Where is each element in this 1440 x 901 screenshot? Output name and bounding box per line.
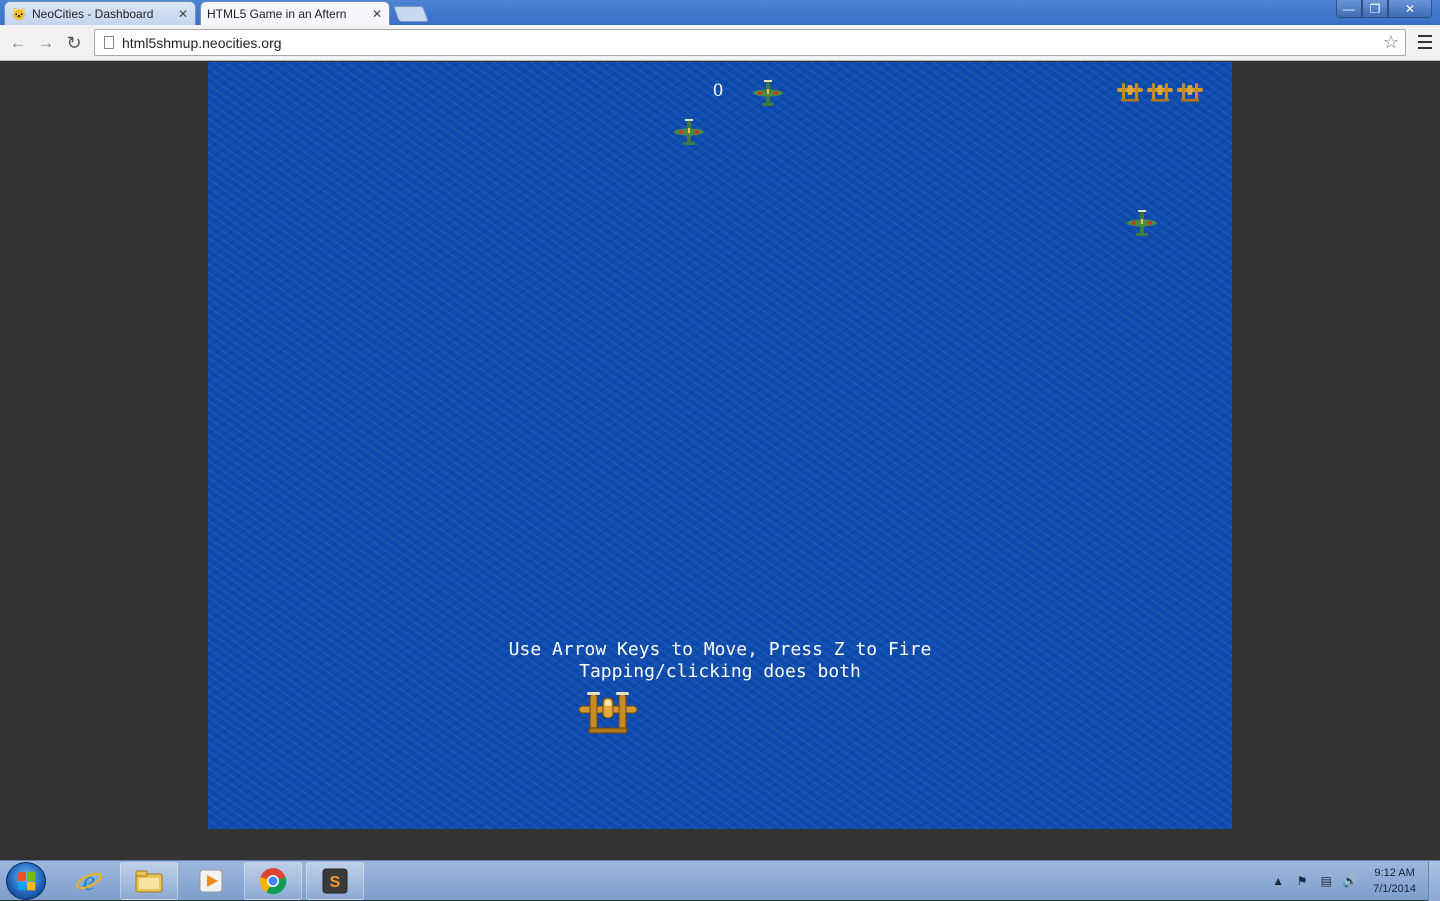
close-tab-icon[interactable]: ✕ bbox=[175, 7, 191, 21]
instructions-line-2: Tapping/clicking does both bbox=[579, 661, 861, 682]
tab-html5-game[interactable]: HTML5 Game in an Aftern ✕ bbox=[200, 1, 425, 80]
close-tab-icon[interactable]: ✕ bbox=[369, 7, 385, 21]
page-icon bbox=[104, 36, 114, 49]
show-desktop-button[interactable] bbox=[1428, 861, 1440, 901]
svg-text:e: e bbox=[83, 866, 95, 896]
browser-toolbar: ← → ↻ html5shmup.neocities.org ☆ bbox=[0, 25, 1440, 61]
address-text[interactable]: html5shmup.neocities.org bbox=[122, 35, 1379, 51]
network-icon[interactable]: ▤ bbox=[1319, 874, 1333, 888]
volume-icon[interactable]: 🔊 bbox=[1343, 874, 1358, 888]
forward-arrow-icon[interactable]: → bbox=[36, 33, 56, 53]
svg-text:S: S bbox=[330, 874, 341, 891]
clock-time: 9:12 AM bbox=[1374, 867, 1415, 879]
chrome-icon[interactable] bbox=[244, 862, 302, 900]
enemy-plane-icon bbox=[1127, 210, 1157, 236]
tab-neocities-dashboard[interactable]: 🐱 NeoCities - Dashboard ✕ bbox=[4, 1, 196, 25]
life-plane-icon bbox=[1147, 83, 1173, 102]
minimize-button[interactable]: — bbox=[1336, 0, 1362, 18]
address-bar[interactable]: html5shmup.neocities.org ☆ bbox=[94, 29, 1406, 56]
browser-tab-strip: 🐱 NeoCities - Dashboard ✕ HTML5 Game in … bbox=[0, 0, 1440, 80]
windows-taskbar: e S ▲ ⚑ ▤ 🔊 9:12 AM 7/1/2014 bbox=[0, 860, 1440, 901]
reload-icon[interactable]: ↻ bbox=[64, 33, 84, 53]
windows-logo-icon bbox=[17, 871, 36, 891]
lives-indicator bbox=[1116, 80, 1204, 104]
window-controls: — ❐ ✕ bbox=[1336, 0, 1432, 18]
system-tray: ▲ ⚑ ▤ 🔊 9:12 AM 7/1/2014 bbox=[1271, 861, 1416, 901]
sublime-text-icon[interactable]: S bbox=[306, 862, 364, 900]
new-tab-button[interactable] bbox=[393, 6, 429, 22]
media-player-icon[interactable] bbox=[182, 862, 240, 900]
life-plane-icon bbox=[1177, 83, 1203, 102]
internet-explorer-icon[interactable]: e bbox=[60, 862, 118, 900]
start-button[interactable] bbox=[6, 862, 46, 900]
instructions-line-1: Use Arrow Keys to Move, Press Z to Fire bbox=[508, 639, 932, 660]
score-counter: 0 bbox=[712, 81, 724, 101]
tab-title: NeoCities - Dashboard bbox=[32, 6, 154, 21]
game-instructions: Use Arrow Keys to Move, Press Z to Fire … bbox=[208, 639, 1232, 683]
enemy-plane-icon bbox=[753, 80, 783, 106]
action-center-flag-icon[interactable]: ⚑ bbox=[1295, 874, 1309, 888]
close-window-button[interactable]: ✕ bbox=[1388, 0, 1432, 18]
cat-icon: 🐱 bbox=[11, 6, 27, 21]
back-arrow-icon[interactable]: ← bbox=[8, 33, 28, 53]
bookmark-star-icon[interactable]: ☆ bbox=[1379, 32, 1403, 53]
game-canvas[interactable]: 0 Use Arrow Keys to Move, Press Z to Fir… bbox=[208, 62, 1232, 829]
clock-date: 7/1/2014 bbox=[1373, 883, 1416, 895]
enemy-plane-icon bbox=[674, 119, 704, 145]
chrome-menu-icon[interactable] bbox=[1418, 35, 1432, 49]
maximize-button[interactable]: ❐ bbox=[1362, 0, 1388, 18]
show-hidden-icons-icon[interactable]: ▲ bbox=[1271, 874, 1285, 888]
life-plane-icon bbox=[1117, 83, 1143, 102]
file-explorer-icon[interactable] bbox=[120, 862, 178, 900]
taskbar-clock[interactable]: 9:12 AM 7/1/2014 bbox=[1373, 865, 1416, 897]
player-plane-icon bbox=[578, 692, 638, 734]
tab-title: HTML5 Game in an Aftern bbox=[207, 6, 347, 21]
